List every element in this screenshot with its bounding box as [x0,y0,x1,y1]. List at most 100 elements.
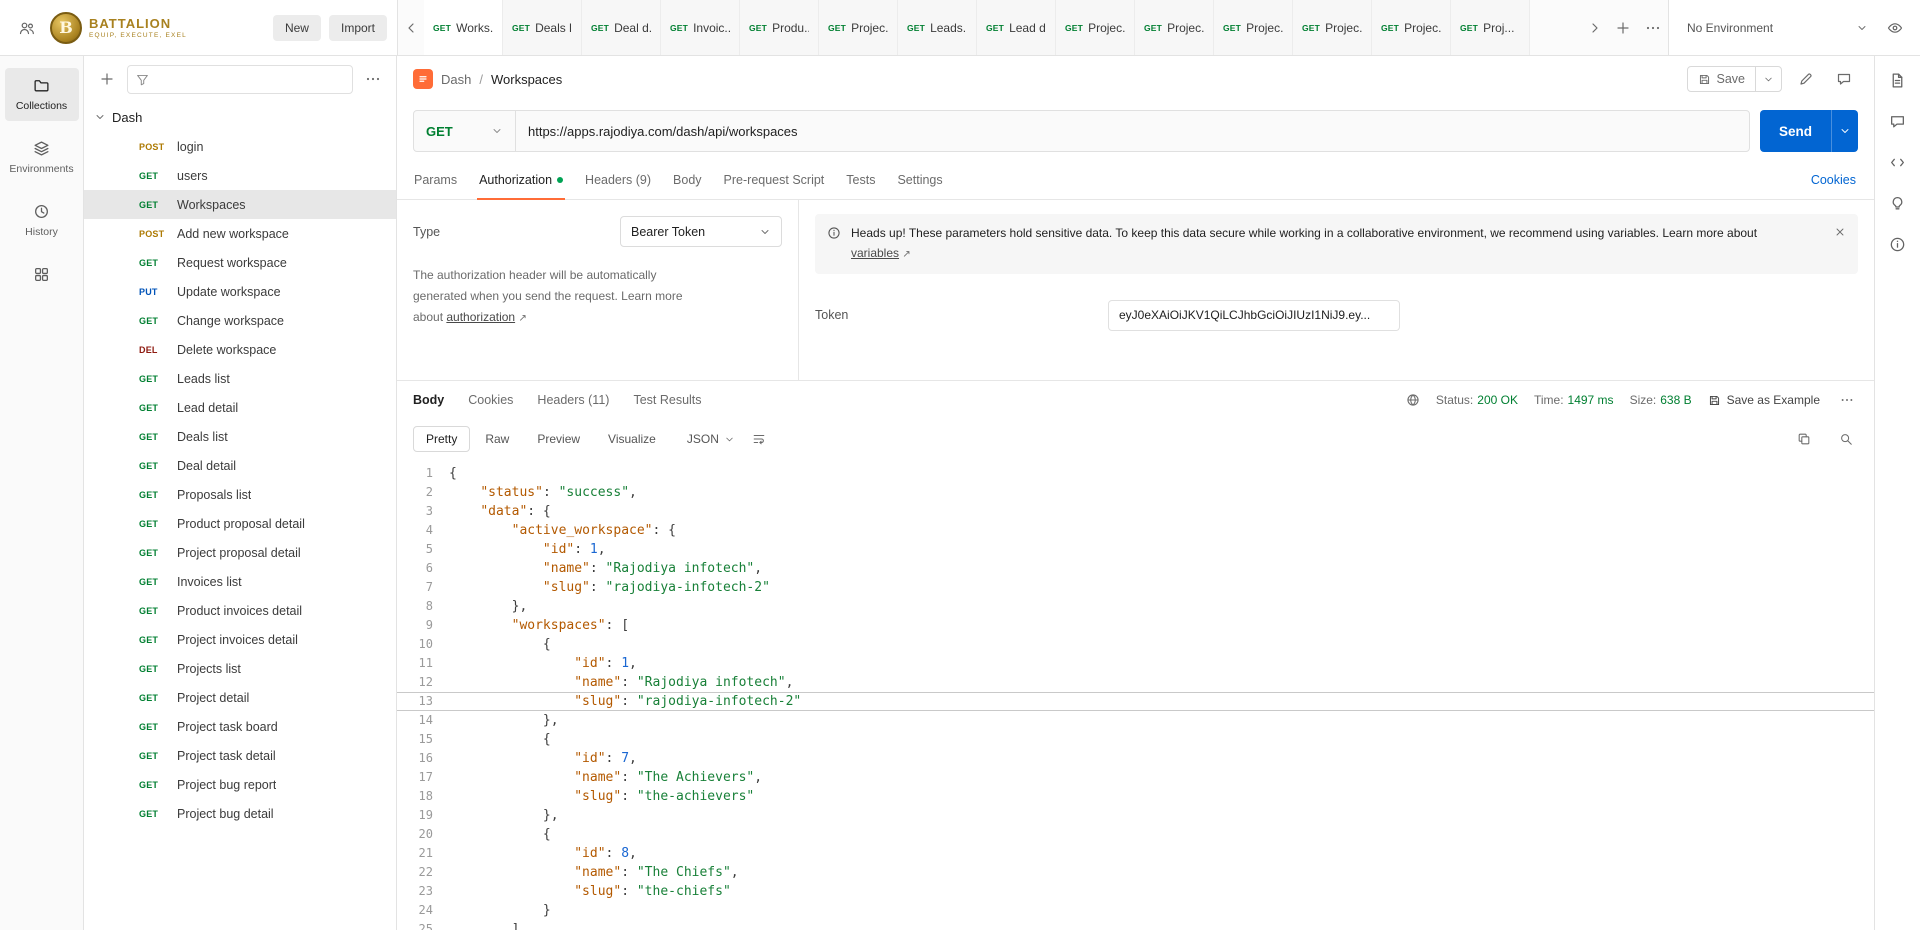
tab-params[interactable]: Params [403,160,468,199]
variables-link[interactable]: variables [851,246,899,260]
response-tab-cookies[interactable]: Cookies [468,393,513,407]
view-tab-raw[interactable]: Raw [472,426,522,452]
request-project-detail[interactable]: GETProject detail [84,683,396,712]
code-line[interactable]: 18 "slug": "the-achievers" [397,787,1874,806]
tab-pre-request-script[interactable]: Pre-request Script [713,160,836,199]
open-tab-6[interactable]: GETProjec... [819,0,898,55]
request-add-new-workspace[interactable]: POSTAdd new workspace [84,219,396,248]
save-as-example-button[interactable]: Save as Example [1708,393,1820,407]
request-product-invoices-detail[interactable]: GETProduct invoices detail [84,596,396,625]
response-tab-test-results[interactable]: Test Results [633,393,701,407]
search-input[interactable] [155,72,344,86]
save-button[interactable]: Save [1688,67,1756,91]
tab-options-icon[interactable] [1638,0,1668,55]
request-login[interactable]: POSTlogin [84,132,396,161]
open-tab-8[interactable]: GETLead d... [977,0,1056,55]
request-invoices-list[interactable]: GETInvoices list [84,567,396,596]
code-line[interactable]: 12 "name": "Rajodiya infotech", [397,673,1874,692]
sidebar-item-more[interactable] [5,257,79,292]
network-icon[interactable] [1406,393,1420,407]
team-icon[interactable] [12,13,42,43]
tab-settings[interactable]: Settings [886,160,953,199]
sidebar-search[interactable] [127,65,353,94]
edit-icon[interactable] [1792,65,1820,93]
method-selector[interactable]: GET [414,111,516,151]
request-change-workspace[interactable]: GETChange workspace [84,306,396,335]
send-button[interactable]: Send [1760,110,1831,152]
request-delete-workspace[interactable]: DELDelete workspace [84,335,396,364]
request-update-workspace[interactable]: PUTUpdate workspace [84,277,396,306]
wrap-text-icon[interactable] [747,427,771,451]
open-tab-5[interactable]: GETProdu... [740,0,819,55]
request-proposals-list[interactable]: GETProposals list [84,480,396,509]
save-options-icon[interactable] [1755,67,1781,91]
response-tab-headers[interactable]: Headers (11) [537,393,609,407]
request-product-proposal-detail[interactable]: GETProduct proposal detail [84,509,396,538]
code-line[interactable]: 10 { [397,635,1874,654]
send-options-icon[interactable] [1831,110,1858,152]
code-line[interactable]: 20 { [397,825,1874,844]
code-line[interactable]: 1{ [397,464,1874,483]
documentation-icon[interactable] [1889,72,1906,89]
open-tab-11[interactable]: GETProjec... [1214,0,1293,55]
request-project-task-detail[interactable]: GETProject task detail [84,741,396,770]
info-icon[interactable] [1889,236,1906,253]
response-options-icon[interactable] [1836,389,1858,411]
view-tab-visualize[interactable]: Visualize [595,426,669,452]
request-project-task-board[interactable]: GETProject task board [84,712,396,741]
sidebar-item-history[interactable]: History [5,194,79,247]
authorization-link[interactable]: authorization [446,310,515,324]
format-selector[interactable]: JSON [679,427,743,451]
comments-icon[interactable] [1889,113,1906,130]
import-button[interactable]: Import [329,15,387,41]
request-project-invoices-detail[interactable]: GETProject invoices detail [84,625,396,654]
sidebar-item-collections[interactable]: Collections [5,68,79,121]
request-project-bug-detail[interactable]: GETProject bug detail [84,799,396,828]
open-tab-3[interactable]: GETDeal d... [582,0,661,55]
tab-authorization[interactable]: Authorization [468,160,574,199]
view-tab-preview[interactable]: Preview [524,426,593,452]
tabs-scroll-right-icon[interactable] [1582,0,1608,55]
request-users[interactable]: GETusers [84,161,396,190]
auth-type-selector[interactable]: Bearer Token [620,216,782,247]
open-tab-12[interactable]: GETProjec... [1293,0,1372,55]
code-line[interactable]: 11 "id": 1, [397,654,1874,673]
open-tab-4[interactable]: GETInvoic... [661,0,740,55]
url-input[interactable] [516,111,1749,151]
code-line[interactable]: 24 } [397,901,1874,920]
response-tab-body[interactable]: Body [413,393,444,407]
code-line[interactable]: 22 "name": "The Chiefs", [397,863,1874,882]
code-line[interactable]: 13 "slug": "rajodiya-infotech-2" [397,692,1874,711]
tabs-scroll-left-icon[interactable] [398,0,424,55]
breadcrumb-collection[interactable]: Dash [441,72,471,87]
new-button[interactable]: New [273,15,321,41]
request-leads-list[interactable]: GETLeads list [84,364,396,393]
new-tab-button[interactable] [1608,0,1638,55]
open-tab-13[interactable]: GETProjec... [1372,0,1451,55]
view-tab-pretty[interactable]: Pretty [413,426,470,452]
tab-body[interactable]: Body [662,160,713,199]
cookies-link[interactable]: Cookies [1811,173,1866,187]
open-tab-9[interactable]: GETProjec... [1056,0,1135,55]
open-tab-10[interactable]: GETProjec... [1135,0,1214,55]
environment-quicklook-icon[interactable] [1880,13,1910,43]
code-line[interactable]: 23 "slug": "the-chiefs" [397,882,1874,901]
add-collection-button[interactable] [94,66,120,92]
request-deals-list[interactable]: GETDeals list [84,422,396,451]
code-line[interactable]: 25 ] [397,920,1874,930]
code-line[interactable]: 15 { [397,730,1874,749]
request-projects-list[interactable]: GETProjects list [84,654,396,683]
code-line[interactable]: 8 }, [397,597,1874,616]
environment-selector[interactable]: No Environment [1679,14,1876,42]
request-request-workspace[interactable]: GETRequest workspace [84,248,396,277]
code-line[interactable]: 2 "status": "success", [397,483,1874,502]
open-tab-1[interactable]: GETWorks... [424,0,503,55]
collection-dash[interactable]: Dash [84,102,396,132]
code-line[interactable]: 16 "id": 7, [397,749,1874,768]
request-lead-detail[interactable]: GETLead detail [84,393,396,422]
code-line[interactable]: 6 "name": "Rajodiya infotech", [397,559,1874,578]
tab-tests[interactable]: Tests [835,160,886,199]
code-line[interactable]: 5 "id": 1, [397,540,1874,559]
copy-icon[interactable] [1792,427,1816,451]
tab-headers[interactable]: Headers (9) [574,160,662,199]
